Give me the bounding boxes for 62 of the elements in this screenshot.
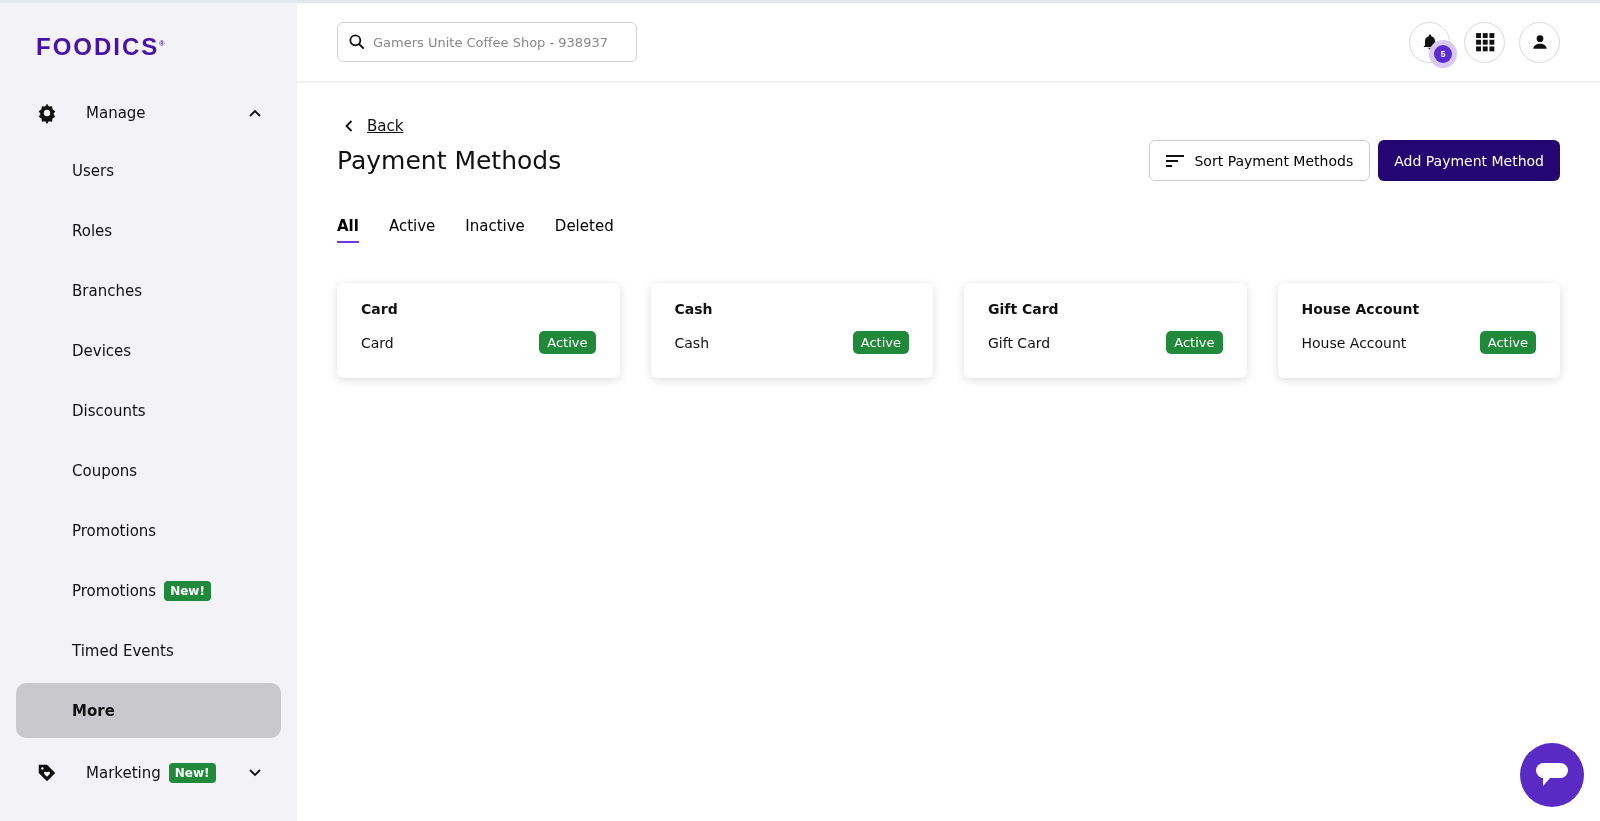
chevron-down-icon: [249, 769, 261, 777]
profile-button[interactable]: [1519, 21, 1560, 63]
status-badge: Active: [1479, 331, 1536, 354]
payment-type: Cash: [674, 334, 710, 351]
sort-icon: [1166, 154, 1185, 167]
chevron-up-icon: [249, 109, 261, 117]
payment-type: Card: [361, 334, 394, 351]
card-title: Gift Card: [988, 301, 1060, 317]
sidebar-item[interactable]: Discounts: [16, 383, 281, 438]
sidebar-group[interactable]: Manage: [16, 83, 281, 143]
payment-method-card[interactable]: House Account House Account Active: [1277, 283, 1560, 378]
sidebar-item-label: Timed Events: [72, 641, 174, 660]
new-badge: New!: [164, 580, 211, 601]
status-badge: Active: [852, 331, 909, 354]
sidebar-item[interactable]: Promotions New!: [16, 563, 281, 618]
payment-method-card[interactable]: Card Card Active: [337, 283, 620, 378]
grid-icon: [1474, 32, 1495, 52]
sidebar-group-label: Marketing: [86, 764, 161, 782]
filter-tab[interactable]: Inactive: [465, 217, 525, 243]
card-title: Card: [361, 301, 399, 317]
sidebar-item-label: Roles: [72, 221, 113, 240]
payment-method-card[interactable]: Cash Cash Active: [650, 283, 933, 378]
status-badge: Active: [1166, 331, 1223, 354]
payment-method-card[interactable]: Gift Card Gift Card Active: [964, 283, 1247, 378]
sidebar-item-label: Discounts: [72, 401, 146, 420]
card-title: House Account: [1301, 301, 1421, 317]
sidebar-item[interactable]: Branches: [16, 263, 281, 318]
card-title: Cash: [674, 301, 714, 317]
sidebar-item-label: Coupons: [72, 461, 138, 480]
sidebar-item[interactable]: Promotions: [16, 503, 281, 558]
apps-button[interactable]: [1464, 21, 1505, 63]
sidebar-item[interactable]: More: [16, 683, 281, 738]
gear-icon: [36, 102, 58, 124]
sidebar-item[interactable]: Roles: [16, 203, 281, 258]
status-badge: Active: [539, 331, 596, 354]
sidebar-item-label: Promotions: [72, 521, 157, 540]
foodics-logo[interactable]: FOODICS$^{®}$: [16, 3, 165, 83]
tag-icon: [36, 762, 58, 784]
sidebar-item[interactable]: Users: [16, 143, 281, 198]
chat-bubble-icon: [1535, 762, 1569, 788]
sidebar-group[interactable]: Marketing New!: [16, 743, 281, 803]
sidebar-item-label: Devices: [72, 341, 132, 360]
filter-tab[interactable]: Active: [388, 217, 436, 243]
back-link[interactable]: Back: [337, 117, 404, 135]
sidebar-item[interactable]: Devices: [16, 323, 281, 378]
chevron-left-icon: [345, 120, 353, 132]
new-badge: New!: [168, 763, 216, 783]
sidebar-item-label: More: [72, 701, 115, 720]
sidebar-item[interactable]: Timed Events: [16, 623, 281, 678]
payment-type: House Account: [1301, 334, 1407, 351]
filter-tab[interactable]: All: [337, 217, 359, 243]
search-field[interactable]: Gamers Unite Coffee Shop - 938937: [337, 22, 637, 62]
sidebar-item-label: Branches: [72, 281, 142, 300]
add-payment-method-button[interactable]: Add Payment Method: [1378, 140, 1560, 181]
sidebar-item-label: Promotions: [72, 581, 157, 600]
payment-type: Gift Card: [988, 334, 1051, 351]
sidebar-item[interactable]: Coupons: [16, 443, 281, 498]
filter-tab[interactable]: Deleted: [554, 217, 614, 243]
sort-button[interactable]: Sort Payment Methods: [1149, 140, 1371, 181]
sidebar-group-label: Manage: [86, 104, 146, 122]
page-title: Payment Methods: [337, 146, 562, 175]
sidebar-item-label: Users: [72, 161, 114, 180]
